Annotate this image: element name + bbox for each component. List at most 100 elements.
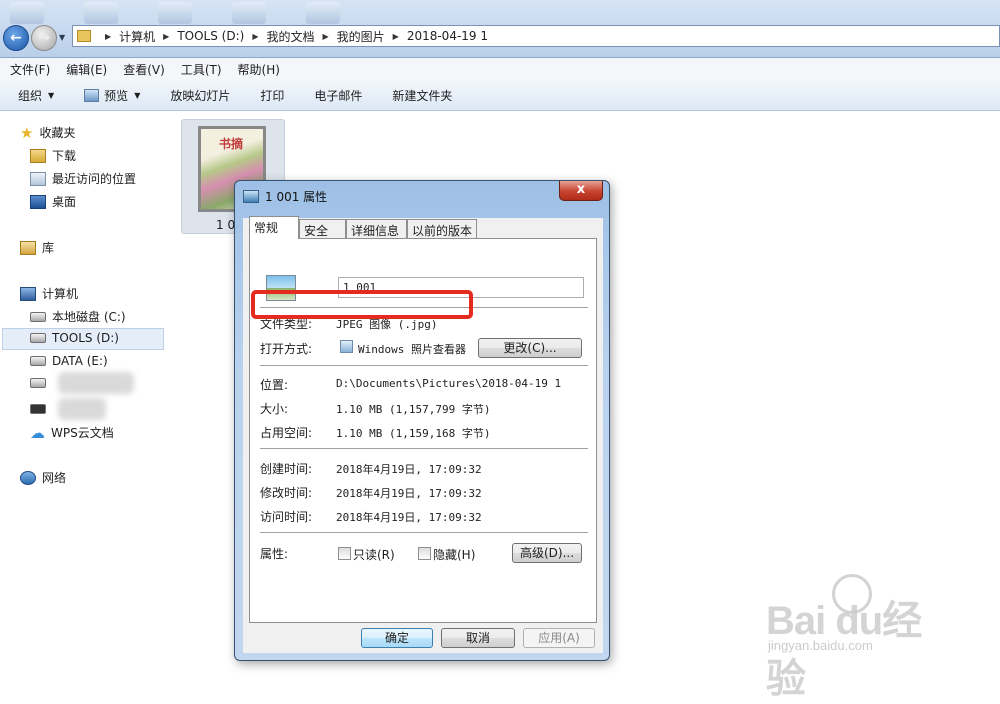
sidebar-item-drive-e[interactable]: DATA (E:) <box>30 354 108 368</box>
breadcrumb-computer[interactable]: 计算机 <box>119 28 155 45</box>
recent-places-icon <box>30 171 46 186</box>
image-file-icon <box>243 190 259 203</box>
baidu-watermark: Bai du经验 jingyan.baidu.com <box>760 570 960 701</box>
hard-drive-icon <box>30 333 46 343</box>
forward-arrow-icon: → <box>38 30 50 46</box>
sidebar-item-drive-hidden-1[interactable] <box>30 378 52 388</box>
desktop-icon <box>30 194 46 209</box>
organize-label: 组织 <box>18 88 43 103</box>
sidebar-item-label: 桌面 <box>52 195 77 209</box>
tab-previous-versions[interactable]: 以前的版本 <box>407 219 477 239</box>
redacted-label <box>58 398 106 420</box>
back-arrow-icon: ← <box>10 30 22 46</box>
close-button[interactable]: x <box>559 181 603 201</box>
command-bar: 组织 ▼ 预览 ▼ 放映幻灯片 打印 电子邮件 新建文件夹 <box>0 80 1000 111</box>
hidden-label[interactable]: 隐藏(H) <box>433 546 475 563</box>
size-value: 1.10 MB (1,157,799 字节) <box>336 403 491 416</box>
sidebar-item-computer[interactable]: 计算机 <box>20 285 78 302</box>
sidebar-item-label: DATA (E:) <box>52 354 108 368</box>
tab-security[interactable]: 安全 <box>299 219 346 239</box>
dialog-title: 1 001 属性 <box>265 190 328 204</box>
hard-drive-icon <box>30 378 46 388</box>
created-value: 2018年4月19日, 17:09:32 <box>336 463 482 476</box>
watermark-url: jingyan.baidu.com <box>768 638 873 653</box>
change-button[interactable]: 更改(C)... <box>478 338 582 358</box>
sidebar-item-wps-cloud[interactable]: ☁ WPS云文档 <box>30 424 114 441</box>
tab-details[interactable]: 详细信息 <box>346 219 407 239</box>
apply-button[interactable]: 应用(A) <box>523 628 595 648</box>
removable-drive-icon <box>30 404 46 414</box>
file-name-label: 1 0 <box>216 218 236 232</box>
breadcrumb-documents[interactable]: 我的文档 <box>266 28 314 45</box>
sidebar-item-favorites[interactable]: ★ 收藏夹 <box>20 124 75 141</box>
hard-drive-icon <box>30 356 46 366</box>
computer-icon <box>20 286 36 301</box>
sidebar-item-label: WPS云文档 <box>51 426 114 440</box>
library-icon <box>20 240 36 255</box>
location-value: D:\Documents\Pictures\2018-04-19 1 <box>336 377 562 390</box>
accessed-label: 访问时间: <box>260 510 313 524</box>
address-bar[interactable]: ▶ 计算机 ▶ TOOLS (D:) ▶ 我的文档 ▶ 我的图片 ▶ 2018-… <box>72 25 1000 47</box>
chevron-right-icon[interactable]: ▶ <box>163 32 169 41</box>
preview-icon <box>84 88 100 102</box>
created-label: 创建时间: <box>260 462 313 476</box>
downloads-folder-icon <box>30 148 46 163</box>
sidebar-item-drive-hidden-2[interactable] <box>30 404 52 414</box>
tab-general[interactable]: 常规 <box>249 216 299 239</box>
chevron-right-icon[interactable]: ▶ <box>252 32 258 41</box>
organize-button[interactable]: 组织 ▼ <box>18 87 54 104</box>
sidebar-item-downloads[interactable]: 下载 <box>30 147 76 164</box>
new-folder-button[interactable]: 新建文件夹 <box>392 87 452 104</box>
sidebar-item-label: 本地磁盘 (C:) <box>52 310 126 324</box>
sidebar-item-recent[interactable]: 最近访问的位置 <box>30 170 136 187</box>
menu-edit[interactable]: 编辑(E) <box>66 61 107 78</box>
sidebar-item-libraries[interactable]: 库 <box>20 239 54 256</box>
sidebar-item-network[interactable]: 网络 <box>20 469 66 486</box>
sidebar-item-drive-c[interactable]: 本地磁盘 (C:) <box>30 308 126 325</box>
address-toolbar: ← → ▼ ▶ 计算机 ▶ TOOLS (D:) ▶ 我的文档 ▶ 我的图片 ▶… <box>0 0 1000 58</box>
sidebar-item-label: TOOLS (D:) <box>52 331 119 345</box>
menu-help[interactable]: 帮助(H) <box>238 61 280 78</box>
sidebar-item-label: 收藏夹 <box>39 126 76 140</box>
modified-label: 修改时间: <box>260 486 313 500</box>
preview-button[interactable]: 预览 ▼ <box>84 87 140 104</box>
advanced-button[interactable]: 高级(D)... <box>512 543 582 563</box>
redacted-label <box>58 372 134 394</box>
menu-file[interactable]: 文件(F) <box>10 61 50 78</box>
accessed-value: 2018年4月19日, 17:09:32 <box>336 511 482 524</box>
readonly-label[interactable]: 只读(R) <box>353 546 395 563</box>
background-desktop-icons <box>10 2 340 24</box>
readonly-checkbox[interactable] <box>338 547 351 560</box>
back-button[interactable]: ← <box>3 25 29 51</box>
sidebar-item-label: 最近访问的位置 <box>52 172 137 186</box>
caret-down-icon: ▼ <box>48 90 55 100</box>
hard-drive-icon <box>30 311 46 322</box>
open-with-label: 打开方式: <box>260 342 313 356</box>
sidebar-item-label: 下载 <box>52 149 77 163</box>
close-icon: x <box>576 182 586 197</box>
menu-view[interactable]: 查看(V) <box>123 61 165 78</box>
breadcrumb-folder[interactable]: 2018-04-19 1 <box>407 29 488 43</box>
thumbnail-title: 书摘 <box>219 137 244 151</box>
history-dropdown-icon[interactable]: ▼ <box>59 33 65 42</box>
chevron-right-icon[interactable]: ▶ <box>322 32 328 41</box>
size-on-disk-label: 占用空间: <box>260 426 313 440</box>
breadcrumb-pictures[interactable]: 我的图片 <box>337 28 385 45</box>
breadcrumb-tools-d[interactable]: TOOLS (D:) <box>177 29 244 43</box>
sidebar-item-desktop[interactable]: 桌面 <box>30 193 76 210</box>
menu-tools[interactable]: 工具(T) <box>181 61 222 78</box>
forward-button[interactable]: → <box>31 25 57 51</box>
ok-button[interactable]: 确定 <box>361 628 433 648</box>
chevron-right-icon[interactable]: ▶ <box>105 32 111 41</box>
attributes-label: 属性: <box>260 547 289 561</box>
hidden-checkbox[interactable] <box>418 547 431 560</box>
open-with-value: Windows 照片查看器 <box>358 343 466 356</box>
print-button[interactable]: 打印 <box>260 87 284 104</box>
cancel-button[interactable]: 取消 <box>441 628 515 648</box>
email-button[interactable]: 电子邮件 <box>314 87 362 104</box>
slideshow-button[interactable]: 放映幻灯片 <box>170 87 230 104</box>
chevron-right-icon[interactable]: ▶ <box>393 32 399 41</box>
divider <box>260 532 588 534</box>
sidebar-item-drive-d[interactable]: TOOLS (D:) <box>30 331 119 345</box>
size-label: 大小: <box>260 402 289 416</box>
